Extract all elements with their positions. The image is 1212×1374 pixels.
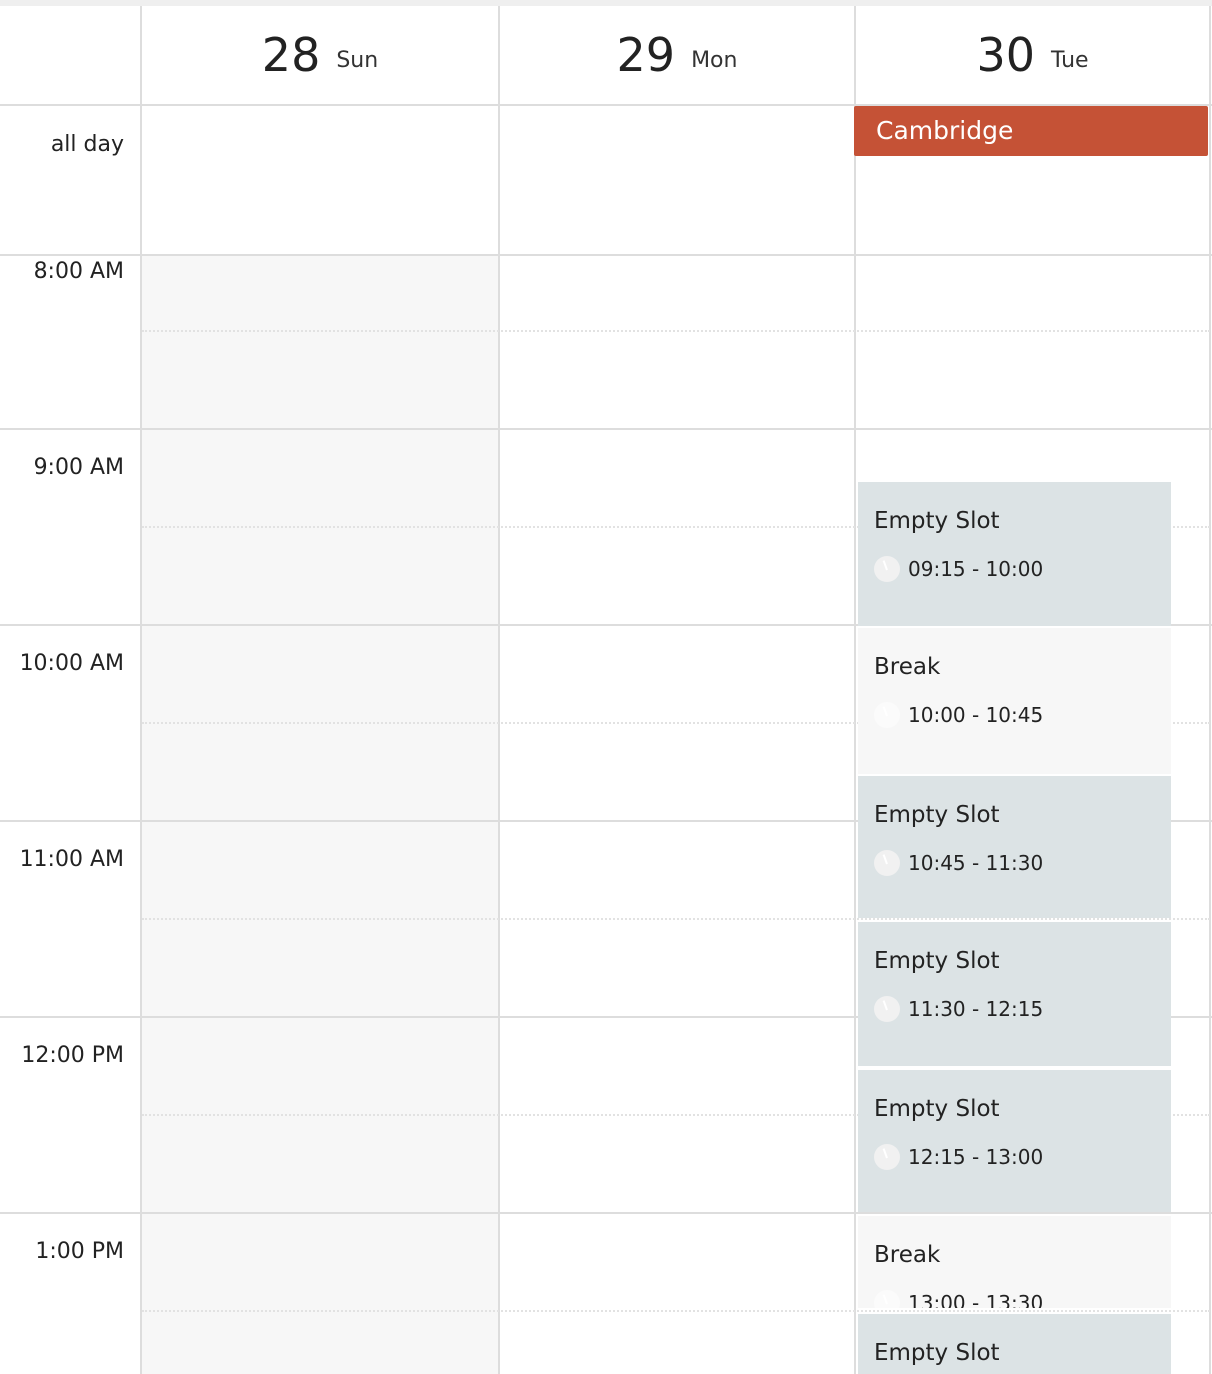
clock-icon	[874, 1143, 900, 1170]
event-time-row: 12:15 - 13:00	[874, 1143, 1171, 1170]
time-label: 8:00 AM	[33, 259, 124, 284]
time-label: 11:00 AM	[19, 847, 124, 872]
time-label: 12:00 PM	[21, 1043, 124, 1068]
all-day-label: all day	[50, 132, 124, 157]
day-header-mon[interactable]: 29 Mon	[500, 6, 854, 104]
event-time-row: 09:15 - 10:00	[874, 555, 1171, 582]
time-label: 9:00 AM	[33, 455, 124, 480]
day-name: Sun	[336, 47, 379, 73]
event-break[interactable]: Break 10:00 - 10:45	[858, 628, 1171, 774]
event-title: Empty Slot	[874, 1096, 1000, 1122]
event-empty-slot[interactable]: Empty Slot 11:30 - 12:15	[858, 922, 1171, 1066]
grid-vline	[498, 6, 500, 1374]
day-number: 29	[616, 28, 676, 82]
event-time: 11:30 - 12:15	[908, 996, 1044, 1021]
all-day-event[interactable]: Cambridge	[854, 106, 1208, 156]
event-title: Break	[874, 654, 941, 680]
grid-hline	[0, 428, 1212, 430]
event-title: Break	[874, 1242, 941, 1268]
day-name: Mon	[691, 47, 738, 73]
event-time-row: 10:00 - 10:45	[874, 701, 1171, 728]
clock-icon	[874, 701, 900, 728]
grid-hline	[0, 254, 1212, 256]
grid-half-hour-line	[142, 918, 1210, 920]
day-name: Tue	[1050, 47, 1089, 73]
grid-hline	[0, 1212, 1212, 1214]
event-empty-slot[interactable]: Empty Slot	[858, 1314, 1171, 1374]
day-header-sun[interactable]: 28 Sun	[142, 6, 498, 104]
event-time-row: 10:45 - 11:30	[874, 849, 1171, 876]
grid-half-hour-line	[142, 330, 1210, 332]
event-time: 09:15 - 10:00	[908, 556, 1044, 581]
clock-icon	[874, 555, 900, 582]
event-time: 10:45 - 11:30	[908, 850, 1044, 875]
day-number: 30	[976, 28, 1035, 82]
clock-icon	[874, 995, 900, 1022]
grid-vline	[140, 6, 142, 1374]
day-number: 28	[261, 28, 321, 82]
event-break[interactable]: Break 13:00 - 13:30	[858, 1216, 1171, 1308]
time-label: 10:00 AM	[19, 651, 124, 676]
event-time: 10:00 - 10:45	[908, 702, 1044, 727]
time-label: 1:00 PM	[35, 1239, 124, 1264]
grid-half-hour-line	[142, 1310, 1210, 1312]
event-time-row: 13:00 - 13:30	[874, 1289, 1171, 1308]
event-title: Empty Slot	[874, 508, 1000, 534]
event-empty-slot[interactable]: Empty Slot 09:15 - 10:00	[858, 482, 1171, 626]
event-time: 12:15 - 13:00	[908, 1144, 1044, 1169]
event-time: 13:00 - 13:30	[908, 1290, 1044, 1308]
clock-icon	[874, 1289, 900, 1308]
event-empty-slot[interactable]: Empty Slot 10:45 - 11:30	[858, 776, 1171, 918]
clock-icon	[874, 849, 900, 876]
grid-vline	[1209, 6, 1211, 1374]
event-time-row: 11:30 - 12:15	[874, 995, 1171, 1022]
grid-vline	[854, 6, 856, 1374]
event-title: Empty Slot	[874, 1340, 1000, 1366]
weekend-shade-sun	[142, 256, 498, 1374]
event-empty-slot[interactable]: Empty Slot 12:15 - 13:00	[858, 1070, 1171, 1212]
event-title: Empty Slot	[874, 948, 1000, 974]
day-header-tue[interactable]: 30 Tue	[856, 6, 1209, 104]
event-title: Empty Slot	[874, 802, 1000, 828]
